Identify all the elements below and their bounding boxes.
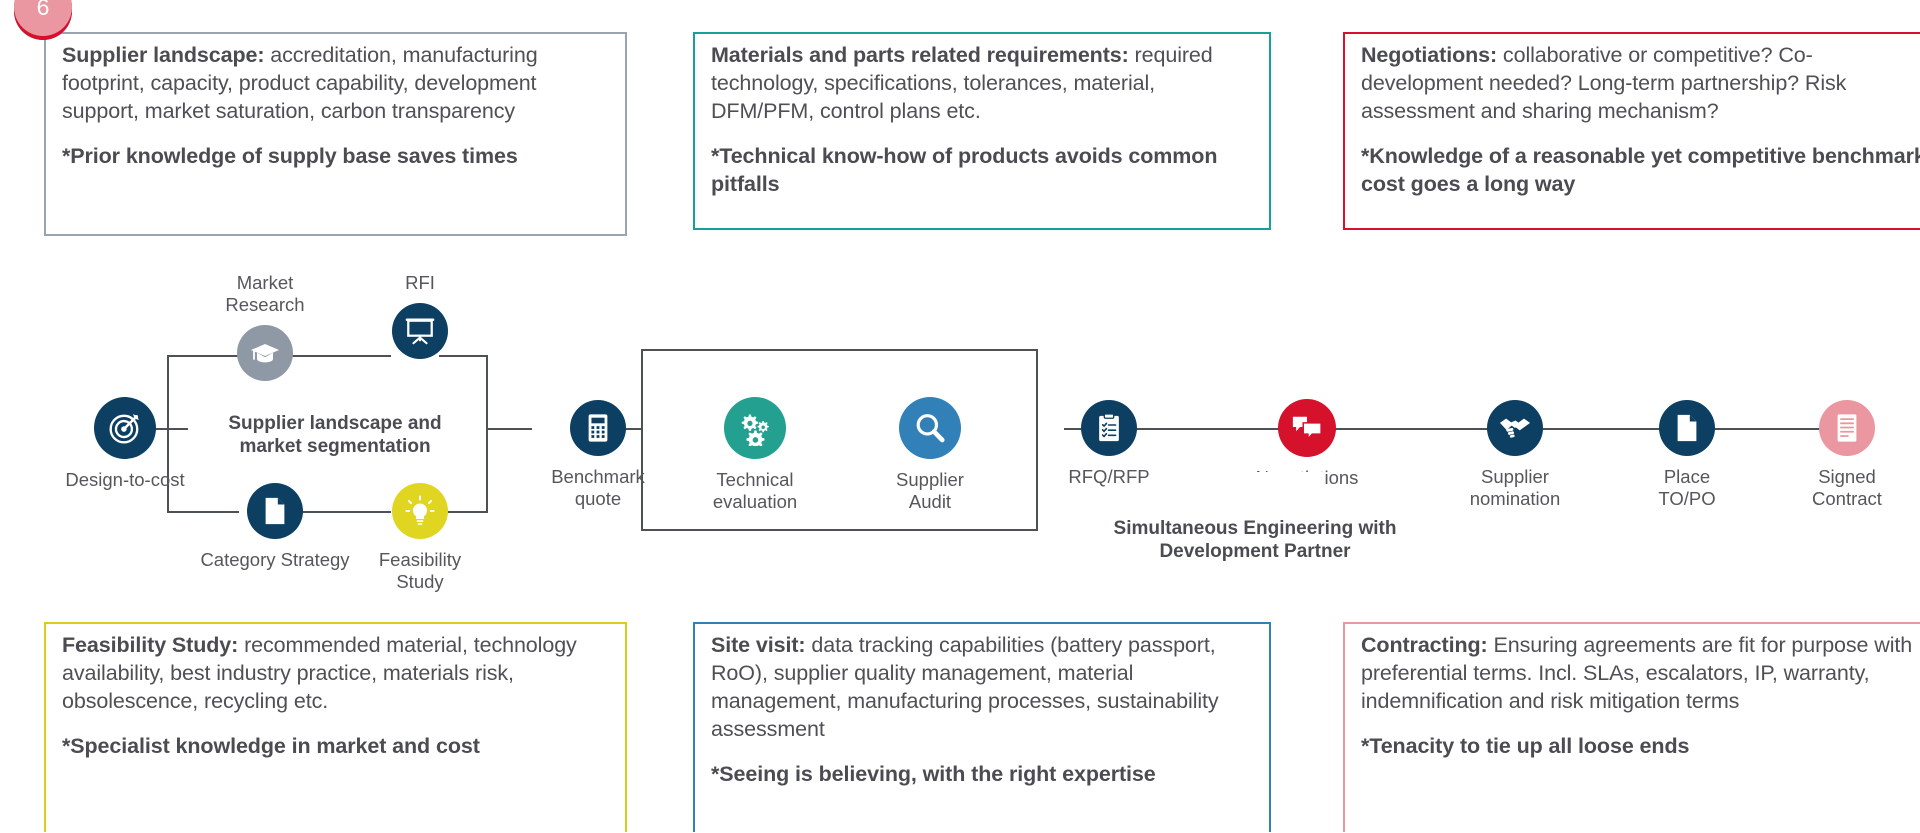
node-supplier-audit[interactable]: Supplier Audit [868,397,992,513]
callout-box-4: Site visit: data tracking capabilities (… [693,622,1271,832]
node-label-supplier-nomination: Supplier nomination [1469,466,1561,509]
callout-6-lead: Contracting: [1361,633,1488,657]
node-rfi[interactable]: RFI [355,272,485,359]
magnifier-icon [899,397,961,459]
callout-1-text: Supplier landscape: accreditation, manuf… [62,42,613,171]
callout-1-note: *Prior knowledge of supply base saves ti… [62,143,518,168]
callout-3-lead: Materials and parts related requirements… [711,43,1129,67]
node-technical-evaluation[interactable]: Technical evaluation [693,397,817,513]
negotiations-label-mask [1185,472,1325,504]
callout-2-text: Feasibility Study: recommended material,… [62,632,613,761]
callout-box-6: Contracting: Ensuring agreements are fit… [1343,622,1920,832]
node-label-design-to-cost: Design-to-cost [65,469,185,490]
callout-6-text: Contracting: Ensuring agreements are fit… [1361,632,1920,761]
badge-6-number: 6 [36,0,50,20]
node-place-to-po[interactable]: Place TO/PO [1625,400,1749,510]
target-icon [94,397,156,459]
callout-3-note: *Technical know-how of products avoids c… [711,143,1218,196]
callout-5-text: Negotiations: collaborative or competiti… [1361,42,1920,199]
handshake-icon [1487,400,1543,456]
callout-5-note: *Knowledge of a reasonable yet competiti… [1361,143,1920,196]
node-label-place-to-po: Place TO/PO [1658,466,1716,509]
node-label-signed-contract: Signed Contract [1812,466,1882,509]
callout-4-note: *Seeing is believing, with the right exp… [711,761,1156,786]
callout-5-lead: Negotiations: [1361,43,1498,67]
node-label-benchmark-quote: Benchmark quote [551,466,645,509]
node-supplier-nomination[interactable]: Supplier nomination [1450,400,1580,510]
gears-icon [724,397,786,459]
chat-bubbles-icon [1278,399,1336,457]
node-label-rfi: RFI [405,272,435,293]
callout-box-3: Materials and parts related requirements… [693,32,1271,230]
node-label-rfq-rfp: RFQ/RFP [1068,466,1150,487]
node-market-research[interactable]: Market Research [200,272,330,381]
node-design-to-cost[interactable]: Design-to-cost [60,397,190,491]
callout-box-1: Supplier landscape: accreditation, manuf… [44,32,627,236]
node-category-strategy[interactable]: Category Strategy [195,483,355,571]
callout-box-5: Negotiations: collaborative or competiti… [1343,32,1920,230]
node-label-market-research: Market Research [225,272,305,315]
callout-6-note: *Tenacity to tie up all loose ends [1361,733,1690,758]
node-label-feasibility-study: Feasibility Study [378,549,462,592]
graduation-cap-icon [237,324,293,381]
node-signed-contract[interactable]: Signed Contract [1785,400,1909,510]
node-label-technical-evaluation: Technical evaluation [712,469,798,512]
callout-4-lead: Site visit: [711,633,806,657]
callout-2-lead: Feasibility Study: [62,633,239,657]
callout-box-2: Feasibility Study: recommended material,… [44,622,627,832]
node-label-category-strategy: Category Strategy [200,549,350,570]
callout-3-text: Materials and parts related requirements… [711,42,1257,199]
contract-icon [1819,400,1875,456]
lightbulb-icon [392,483,448,539]
callout-1-lead: Supplier landscape: [62,43,265,67]
node-rfq-rfp[interactable]: RFQ/RFP [1047,400,1171,488]
presentation-icon [392,302,448,359]
group-label-supplier-landscape: Supplier landscape and market segmentati… [228,413,442,458]
connector-bracket-right [486,355,488,513]
document-icon [247,483,303,539]
procurement-process-diagram: Supplier landscape: accreditation, manuf… [0,0,1920,833]
group-label-simultaneous-engineering: Simultaneous Engineering with Developmen… [1113,518,1397,563]
document-icon [1659,400,1715,456]
callout-4-text: Site visit: data tracking capabilities (… [711,632,1257,789]
node-benchmark-quote[interactable]: Benchmark quote [536,400,660,510]
callout-2-note: *Specialist knowledge in market and cost [62,733,480,758]
calculator-icon [570,400,626,456]
node-label-supplier-audit: Supplier Audit [896,469,964,512]
clipboard-check-icon [1081,400,1137,456]
connector-bracket-to-benchmark [486,428,532,430]
node-feasibility-study[interactable]: Feasibility Study [355,483,485,593]
